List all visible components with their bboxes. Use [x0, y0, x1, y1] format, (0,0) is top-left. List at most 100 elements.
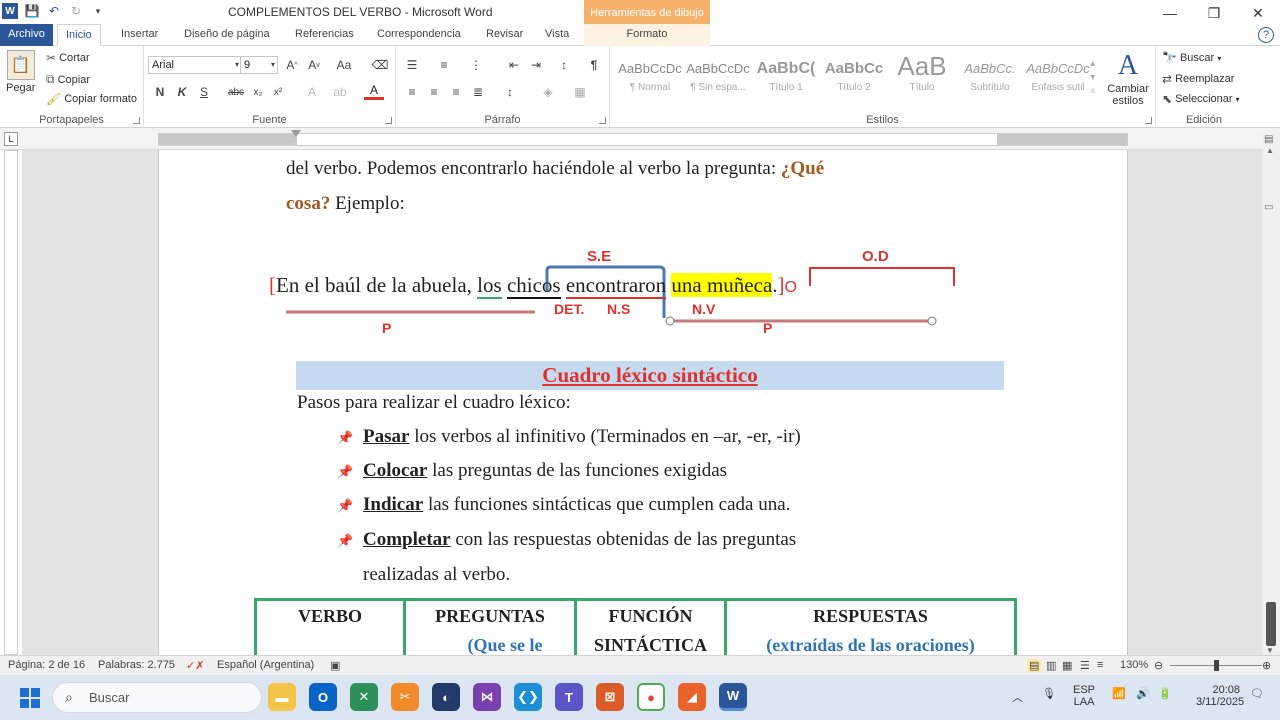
- styles-launcher-icon[interactable]: [1145, 117, 1152, 124]
- cut-button[interactable]: ✂ Cortar: [46, 51, 90, 65]
- style-titulo2[interactable]: AaBbCc Título 2: [820, 52, 888, 102]
- more-styles-icon[interactable]: ⩡: [1090, 86, 1096, 97]
- teams-icon[interactable]: T: [555, 683, 583, 711]
- highlight-color-icon[interactable]: ab: [330, 82, 350, 102]
- multilevel-list-icon[interactable]: ⋮: [466, 55, 486, 75]
- tab-insertar[interactable]: Insertar: [113, 24, 166, 46]
- style-titulo[interactable]: AaB Título: [888, 52, 956, 102]
- tray-overflow-icon[interactable]: ︿: [1012, 689, 1023, 705]
- tab-revisar[interactable]: Revisar: [478, 24, 531, 46]
- scrollbar-thumb[interactable]: [1266, 602, 1276, 646]
- underline-icon[interactable]: S: [194, 82, 214, 102]
- change-styles-button[interactable]: A Cambiar estilos: [1106, 50, 1150, 107]
- shrink-font-icon[interactable]: Av: [304, 55, 324, 75]
- undo-icon[interactable]: ↶: [46, 3, 62, 19]
- text-effects-icon[interactable]: A: [302, 82, 322, 102]
- macro-icon[interactable]: ▣: [330, 659, 340, 672]
- tab-inicio[interactable]: Inicio: [57, 24, 101, 46]
- snipping-tool-icon[interactable]: ✂: [391, 683, 419, 711]
- align-center-icon[interactable]: ≡: [424, 82, 444, 102]
- bullets-icon[interactable]: ☰: [402, 55, 422, 75]
- grow-font-icon[interactable]: A ^: [282, 55, 302, 75]
- minimize-icon[interactable]: —: [1148, 0, 1192, 26]
- scroll-up-icon[interactable]: ▴: [1090, 58, 1095, 69]
- vertical-scrollbar[interactable]: ▤ ▲ ▭ ▼: [1262, 132, 1280, 655]
- justify-icon[interactable]: ≣: [468, 82, 488, 102]
- shape-handle[interactable]: [665, 316, 675, 326]
- clock[interactable]: 20:08 3/11/2025: [1196, 684, 1244, 708]
- tab-referencias[interactable]: Referencias: [287, 24, 362, 46]
- zoom-slider-thumb[interactable]: [1214, 660, 1219, 671]
- close-icon[interactable]: ✕: [1236, 0, 1280, 26]
- style-titulo1[interactable]: AaBbC(Título 1: [752, 52, 820, 102]
- sort-icon[interactable]: ↕: [554, 55, 574, 75]
- tab-selector-icon[interactable]: L: [4, 132, 18, 146]
- web-layout-icon[interactable]: ▦: [1062, 659, 1072, 672]
- zoom-in-icon[interactable]: ⊕: [1262, 659, 1271, 672]
- app-orange-icon[interactable]: ⊠: [596, 683, 624, 711]
- scroll-down-icon[interactable]: ▼: [1266, 646, 1274, 655]
- microphone-icon[interactable]: 🎙: [1042, 687, 1056, 700]
- style-sin-espaciado[interactable]: AaBbCcDc ¶ Sin espa...: [684, 52, 752, 102]
- clipboard-launcher-icon[interactable]: [133, 117, 140, 124]
- battery-icon[interactable]: 🔋: [1158, 687, 1172, 700]
- styles-scroll[interactable]: ▴ ▾ ⩡: [1090, 58, 1096, 97]
- save-icon[interactable]: 💾: [24, 3, 40, 19]
- help-icon[interactable]: ?: [1258, 27, 1274, 43]
- chrome-icon[interactable]: ●: [637, 683, 665, 711]
- decrease-indent-icon[interactable]: ⇤: [504, 55, 524, 75]
- visual-studio-icon[interactable]: ⋈: [473, 683, 501, 711]
- vscode-icon[interactable]: ❮❯: [514, 683, 542, 711]
- volume-icon[interactable]: 🔊: [1136, 687, 1150, 700]
- zoom-level[interactable]: 130%: [1120, 659, 1148, 671]
- superscript-icon[interactable]: x²: [268, 82, 288, 102]
- app-red-icon[interactable]: ◢: [678, 683, 706, 711]
- redo-icon[interactable]: ↻: [68, 3, 84, 19]
- taskbar-search[interactable]: ⌕ Buscar: [52, 682, 262, 713]
- style-subtitulo[interactable]: AaBbCc. Subtítulo: [956, 52, 1024, 102]
- file-explorer-icon[interactable]: ▬: [268, 683, 296, 711]
- draft-icon[interactable]: ≡: [1097, 659, 1103, 671]
- app-globe-icon[interactable]: ◐: [432, 683, 460, 711]
- status-language[interactable]: Español (Argentina): [217, 659, 314, 671]
- tab-diseno[interactable]: Diseño de página: [176, 24, 278, 46]
- language-indicator[interactable]: ESP LAA: [1073, 684, 1095, 708]
- italic-icon[interactable]: K: [172, 82, 192, 102]
- word-taskbar-icon[interactable]: W: [719, 683, 747, 711]
- select-button[interactable]: ⬉ Seleccionar ▾: [1162, 92, 1240, 106]
- status-page[interactable]: Página: 2 de 16: [8, 659, 85, 671]
- print-layout-icon[interactable]: ▤: [1027, 659, 1042, 672]
- wifi-icon[interactable]: 📶: [1112, 687, 1126, 700]
- document-page[interactable]: del verbo. Podemos encontrarlo haciéndol…: [158, 150, 1128, 655]
- font-color-icon[interactable]: A: [364, 82, 384, 100]
- customize-qat-icon[interactable]: ▾: [90, 3, 106, 19]
- font-size-combo[interactable]: 9 ▾: [240, 56, 278, 74]
- style-normal[interactable]: AaBbCcDc ¶ Normal: [616, 52, 684, 102]
- bold-icon[interactable]: N: [150, 82, 170, 102]
- subscript-icon[interactable]: x₂: [248, 82, 268, 102]
- scroll-up-icon[interactable]: ▲: [1266, 146, 1274, 155]
- align-right-icon[interactable]: ≡: [446, 82, 466, 102]
- scroll-down-icon[interactable]: ▾: [1090, 72, 1095, 83]
- notification-icon[interactable]: 🗨: [1250, 687, 1264, 700]
- status-words[interactable]: Palabras: 2.775: [98, 659, 175, 671]
- tab-formato[interactable]: Formato: [584, 24, 710, 46]
- change-case-icon[interactable]: Aa: [334, 55, 354, 75]
- proofing-icon[interactable]: ✓✗: [186, 659, 204, 672]
- paste-button[interactable]: 📋 Pegar: [6, 50, 35, 94]
- app-icon[interactable]: ✕: [350, 683, 378, 711]
- font-name-combo[interactable]: Arial ▾: [148, 56, 242, 74]
- horizontal-ruler[interactable]: [158, 133, 1128, 146]
- align-left-icon[interactable]: ≡: [402, 82, 422, 102]
- restore-icon[interactable]: ❐: [1192, 0, 1236, 26]
- outlook-icon[interactable]: O: [309, 683, 337, 711]
- shape-handle[interactable]: [927, 316, 937, 326]
- shading-icon[interactable]: ◈: [538, 82, 558, 102]
- show-marks-icon[interactable]: ¶: [584, 55, 604, 75]
- borders-icon[interactable]: ▦: [570, 82, 590, 102]
- replace-button[interactable]: ⇄ Reemplazar: [1162, 72, 1234, 86]
- clear-format-icon[interactable]: ⌫: [370, 55, 390, 75]
- tab-vista[interactable]: Vista: [537, 24, 577, 46]
- outline-icon[interactable]: ☰: [1080, 659, 1090, 672]
- format-painter-button[interactable]: 🖌 Copiar formato: [46, 92, 137, 106]
